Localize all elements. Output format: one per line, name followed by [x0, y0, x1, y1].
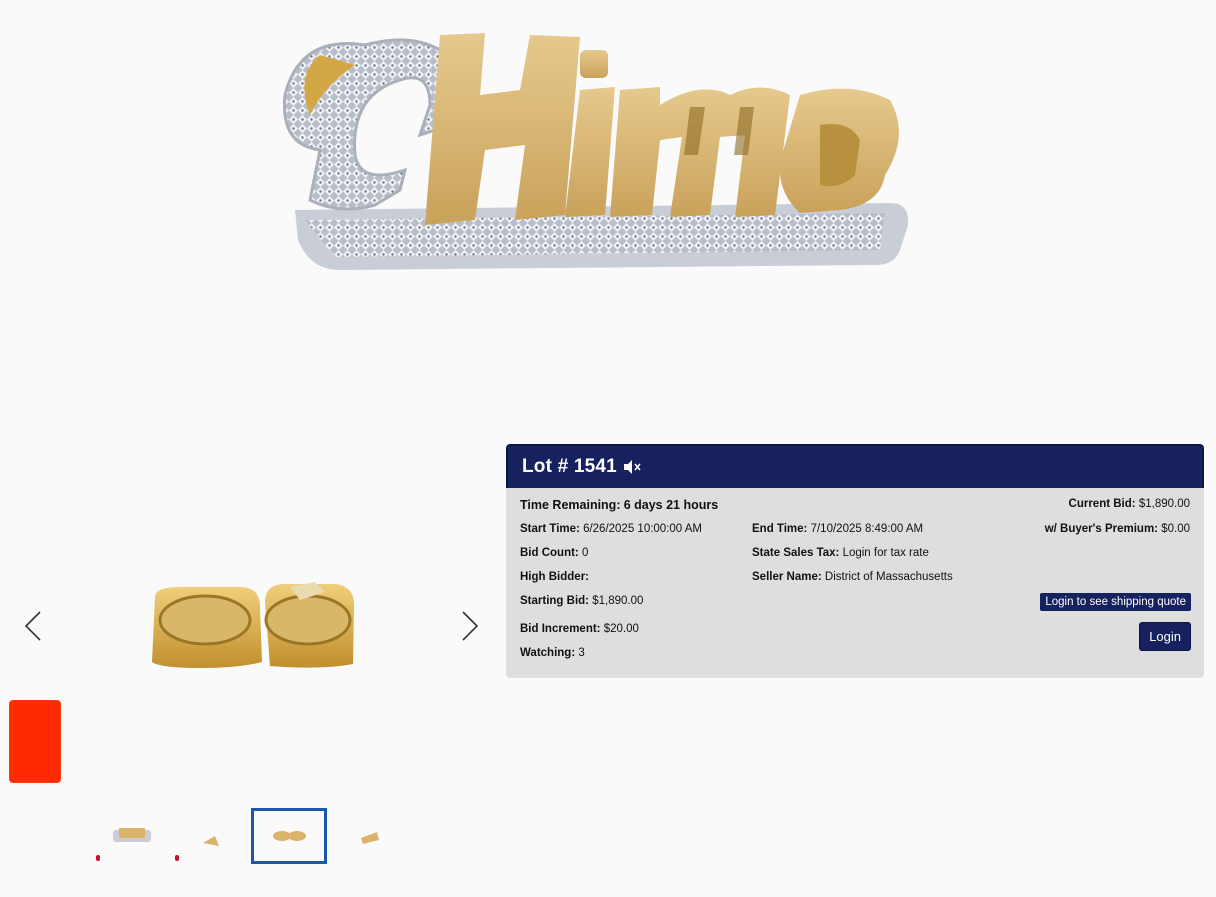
thumbnail-indicator — [175, 855, 179, 861]
login-button[interactable]: Login — [1139, 622, 1191, 651]
lot-details-panel: Lot # 1541 Time Remaining: 6 days 21 hou… — [506, 444, 1204, 678]
shipping-quote-button[interactable]: Login to see shipping quote — [1040, 593, 1191, 611]
speaker-muted-icon[interactable] — [622, 459, 642, 475]
thumbnail-2[interactable] — [175, 808, 251, 864]
state-sales-tax: State Sales Tax: Login for tax rate — [752, 547, 929, 559]
thumbnail-3-active[interactable] — [251, 808, 327, 864]
thumbnail-indicator — [96, 855, 100, 861]
lot-title: Lot # 1541 — [522, 456, 617, 477]
carousel-next-button[interactable] — [455, 606, 485, 646]
time-remaining: Time Remaining: 6 days 21 hours — [520, 498, 719, 512]
seller-name: Seller Name: District of Massachusetts — [752, 571, 953, 583]
red-swatch — [10, 701, 60, 782]
bid-count: Bid Count: 0 — [520, 547, 589, 559]
lot-header: Lot # 1541 — [506, 444, 1204, 488]
watching: Watching: 3 — [520, 647, 585, 659]
carousel-current-image — [140, 572, 365, 677]
thumbnail-strip — [95, 808, 395, 868]
start-time: Start Time: 6/26/2025 10:00:00 AM — [520, 523, 702, 535]
end-time: End Time: 7/10/2025 8:49:00 AM — [752, 523, 924, 535]
buyers-premium: w/ Buyer's Premium: $0.00 — [1044, 523, 1190, 535]
chevron-left-icon — [24, 611, 41, 641]
chevron-right-icon — [462, 611, 479, 641]
current-bid: Current Bid: $1,890.00 — [1068, 498, 1190, 510]
carousel-prev-button[interactable] — [18, 606, 48, 646]
bid-increment: Bid Increment: $20.00 — [520, 623, 639, 635]
high-bidder: High Bidder: — [520, 571, 589, 583]
product-main-image — [280, 25, 920, 285]
thumbnail-1[interactable] — [95, 808, 171, 864]
lot-details: Time Remaining: 6 days 21 hours Current … — [506, 488, 1204, 678]
thumbnail-4[interactable] — [331, 808, 407, 864]
starting-bid: Starting Bid: $1,890.00 — [520, 595, 644, 607]
